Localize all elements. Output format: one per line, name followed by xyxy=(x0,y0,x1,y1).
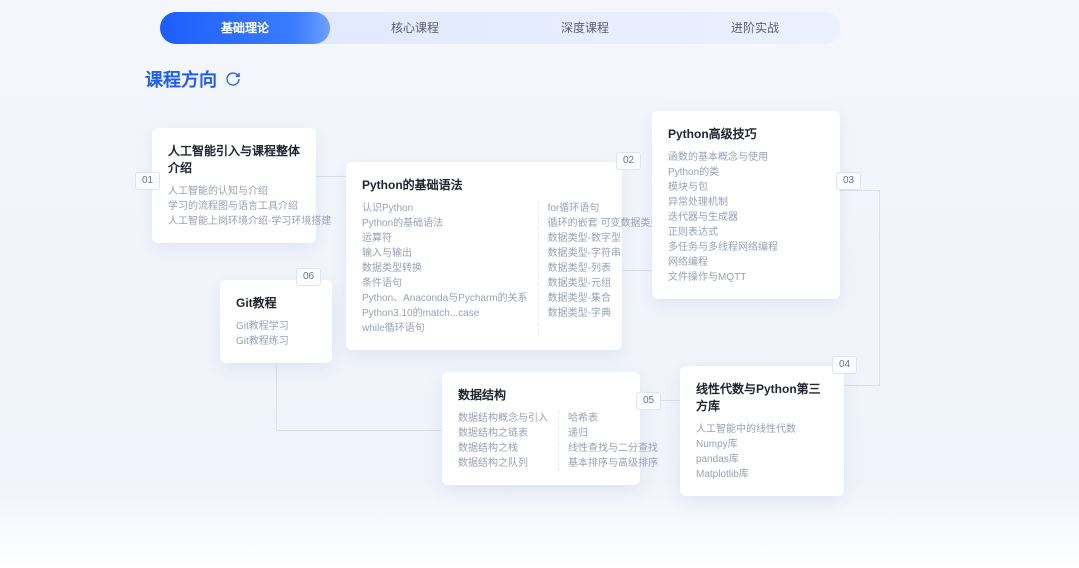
card-title: 数据结构 xyxy=(458,386,624,403)
list-item: 数据结构之链表 xyxy=(458,426,548,441)
list-item: 人工智能上岗环境介绍-学习环境搭建 xyxy=(168,214,300,229)
list-item: 循环的嵌套 可变数据类型 xyxy=(548,216,661,231)
card-title: 线性代数与Python第三方库 xyxy=(696,380,828,414)
list-item: 数据结构概念与引入 xyxy=(458,411,548,426)
card-list: Git教程学习 Git教程练习 xyxy=(236,319,316,349)
card-title: Git教程 xyxy=(236,294,316,311)
card-list: for循环语句 循环的嵌套 可变数据类型 数据类型-数字型 数据类型-字符串 数… xyxy=(548,201,661,321)
list-item: 数据类型-数字型 xyxy=(548,231,661,246)
list-item: 线性查找与二分查找 xyxy=(568,441,658,456)
badge-03: 03 xyxy=(836,172,861,190)
list-item: Python的类 xyxy=(668,165,824,180)
list-item: 数据类型-字典 xyxy=(548,306,661,321)
list-item: 输入与输出 xyxy=(362,246,528,261)
list-item: 网络编程 xyxy=(668,255,824,270)
card-ai-intro[interactable]: 人工智能引入与课程整体介绍 人工智能的认知与介绍 学习的流程图与语言工具介绍 人… xyxy=(152,128,316,243)
card-list: 函数的基本概念与使用 Python的类 模块与包 异常处理机制 迭代器与生成器 … xyxy=(668,150,824,285)
card-linear-algebra[interactable]: 线性代数与Python第三方库 人工智能中的线性代数 Numpy库 pandas… xyxy=(680,366,844,496)
list-item: Python3.10的match...case xyxy=(362,306,528,321)
list-item: 函数的基本概念与使用 xyxy=(668,150,824,165)
list-item: pandas库 xyxy=(696,452,828,467)
list-item: 数据结构之队列 xyxy=(458,456,548,471)
list-item: 认识Python xyxy=(362,201,528,216)
card-list: 认识Python Python的基础语法 运算符 输入与输出 数据类型转换 条件… xyxy=(362,201,528,336)
list-item: 数据类型-字符串 xyxy=(548,246,661,261)
list-item: 异常处理机制 xyxy=(668,195,824,210)
list-item: 文件操作与MQTT xyxy=(668,270,824,285)
card-python-advanced[interactable]: Python高级技巧 函数的基本概念与使用 Python的类 模块与包 异常处理… xyxy=(652,111,840,299)
list-item: 递归 xyxy=(568,426,658,441)
list-item: 数据类型-元组 xyxy=(548,276,661,291)
card-list: 人工智能的认知与介绍 学习的流程图与语言工具介绍 人工智能上岗环境介绍-学习环境… xyxy=(168,184,300,229)
list-item: 条件语句 xyxy=(362,276,528,291)
list-item: 数据类型-集合 xyxy=(548,291,661,306)
card-list: 数据结构概念与引入 数据结构之链表 数据结构之栈 数据结构之队列 xyxy=(458,411,548,471)
list-item: 数据类型转换 xyxy=(362,261,528,276)
list-item: 人工智能中的线性代数 xyxy=(696,422,828,437)
list-item: 运算符 xyxy=(362,231,528,246)
list-item: Matplotlib库 xyxy=(696,467,828,482)
card-title: Python高级技巧 xyxy=(668,125,824,142)
list-item: 多任务与多线程网络编程 xyxy=(668,240,824,255)
list-item: Numpy库 xyxy=(696,437,828,452)
card-title: Python的基础语法 xyxy=(362,176,606,193)
list-item: 模块与包 xyxy=(668,180,824,195)
card-title: 人工智能引入与课程整体介绍 xyxy=(168,142,300,176)
list-item: 正则表达式 xyxy=(668,225,824,240)
badge-02: 02 xyxy=(616,152,641,170)
list-item: 人工智能的认知与介绍 xyxy=(168,184,300,199)
card-list: 人工智能中的线性代数 Numpy库 pandas库 Matplotlib库 xyxy=(696,422,828,482)
card-git[interactable]: Git教程 Git教程学习 Git教程练习 xyxy=(220,280,332,363)
list-item: 基本排序与高级排序 xyxy=(568,456,658,471)
card-data-structure[interactable]: 数据结构 数据结构概念与引入 数据结构之链表 数据结构之栈 数据结构之队列 哈希… xyxy=(442,372,640,485)
list-item: Git教程练习 xyxy=(236,334,316,349)
badge-04: 04 xyxy=(832,356,857,374)
list-item: Git教程学习 xyxy=(236,319,316,334)
list-item: 哈希表 xyxy=(568,411,658,426)
card-python-basic[interactable]: Python的基础语法 认识Python Python的基础语法 运算符 输入与… xyxy=(346,162,622,350)
list-item: for循环语句 xyxy=(548,201,661,216)
badge-01: 01 xyxy=(135,172,160,190)
badge-05: 05 xyxy=(636,392,661,410)
list-item: 数据类型-列表 xyxy=(548,261,661,276)
list-item: 学习的流程图与语言工具介绍 xyxy=(168,199,300,214)
card-list: 哈希表 递归 线性查找与二分查找 基本排序与高级排序 xyxy=(568,411,658,471)
badge-06: 06 xyxy=(296,268,321,286)
list-item: Python的基础语法 xyxy=(362,216,528,231)
list-item: 迭代器与生成器 xyxy=(668,210,824,225)
list-item: while循环语句 xyxy=(362,321,528,336)
list-item: 数据结构之栈 xyxy=(458,441,548,456)
list-item: Python、Anaconda与Pycharm的关系 xyxy=(362,291,528,306)
